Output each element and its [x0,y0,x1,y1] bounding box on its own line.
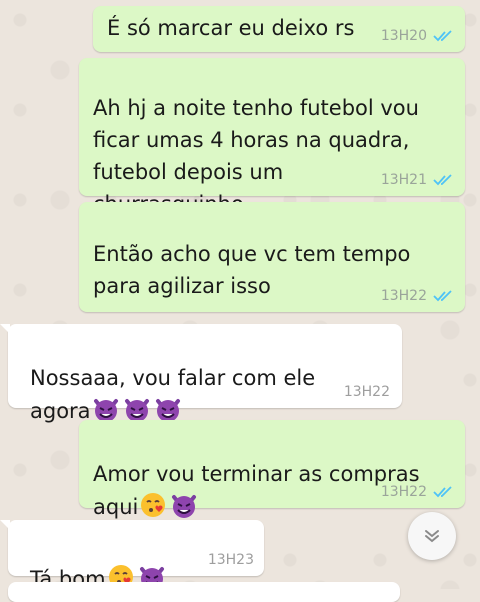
message-time: 13H23 [207,552,254,568]
chevron-down-icon [425,530,439,543]
message-meta: 13H23 [208,552,254,568]
message-bubble-incoming[interactable]: Tá bom 13H23 [0,520,264,591]
message-bubble-incoming[interactable]: Nossaaa, vou falar com ele agora 13H22 [0,324,402,423]
message-bubble-outgoing[interactable]: É só marcar eu deixo rs 13H20 [93,6,465,52]
message-text: Nossaaa, vou falar com ele agora [30,330,315,427]
message-meta: 13H20 [381,28,453,44]
scroll-to-bottom-button[interactable] [408,512,456,560]
message-time: 13H22 [380,288,427,304]
message-text: É só marcar eu deixo rs [107,16,355,40]
message-text: Amor vou terminar as compras aqui [93,426,420,523]
message-bubble-outgoing[interactable]: Ah hj a noite tenho futebol vou ficar um… [79,58,465,278]
message-meta: 13H22 [381,484,453,500]
message-time: 13H22 [343,384,390,400]
message-bubble-outgoing[interactable]: Então acho que vc tem tempo para agiliza… [79,202,465,362]
smiling-devil-icon [169,495,200,519]
message-text-content: Então acho que vc tem tempo para agiliza… [93,242,411,298]
message-meta: 13H22 [381,288,453,304]
bubble-tail [0,520,10,530]
read-receipt-icon [433,30,452,42]
message-time: 13H21 [380,172,427,188]
message-text-content: Ah hj a noite tenho futebol vou ficar um… [93,96,419,216]
bubble-tail [0,324,10,334]
message-bubble-incoming-partial [8,582,400,602]
read-receipt-icon [433,486,452,498]
message-bubble-outgoing[interactable]: Amor vou terminar as compras aqui 13H22 [79,420,465,519]
read-receipt-icon [433,174,452,186]
read-receipt-icon [433,290,452,302]
face-blowing-kiss-icon [138,493,169,519]
message-time: 13H22 [380,484,427,500]
message-time: 13H20 [380,28,427,44]
message-meta: 13H21 [381,172,453,188]
message-meta: 13H22 [344,384,390,400]
